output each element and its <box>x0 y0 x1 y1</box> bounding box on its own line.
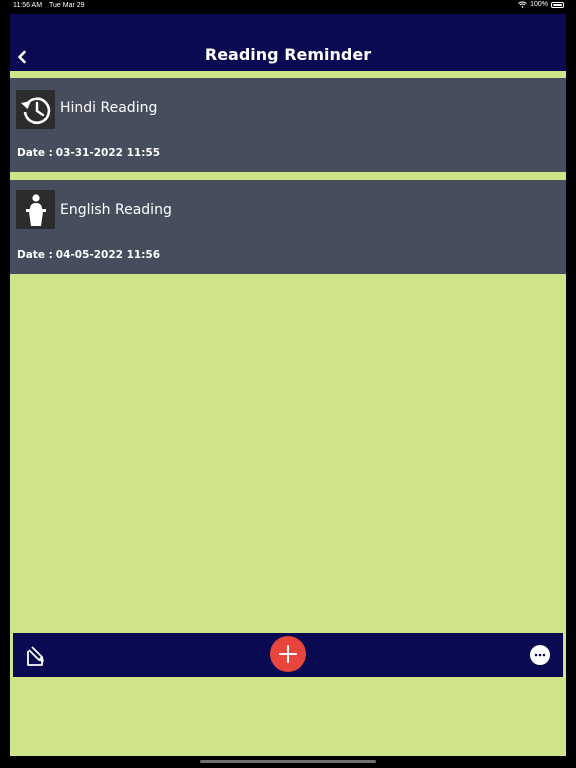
date-value: 03-31-2022 11:55 <box>55 147 161 159</box>
more-button[interactable] <box>530 645 550 665</box>
status-time: 11:56 AM <box>13 2 43 9</box>
reminder-title: Hindi Reading <box>60 100 158 116</box>
navbar: Reading Reminder <box>10 14 566 71</box>
status-right: 100% <box>518 1 564 8</box>
edit-button[interactable] <box>23 642 51 670</box>
date-label: Date : <box>17 147 53 159</box>
reminder-date: Date :04-05-2022 11:56 <box>17 249 160 261</box>
home-indicator[interactable] <box>200 760 376 763</box>
wifi-icon <box>518 1 527 8</box>
app-screen: Reading Reminder Hindi Reading Date :03-… <box>10 14 566 756</box>
battery-icon <box>551 1 564 8</box>
history-clock-icon <box>16 90 55 129</box>
status-bar: 11:56 AM Tue Mar 29 100% <box>0 0 576 12</box>
edit-note-icon <box>27 646 44 666</box>
battery-percent: 100% <box>530 1 548 8</box>
reminder-item-english[interactable]: English Reading Date :04-05-2022 11:56 <box>10 180 566 274</box>
plus-icon <box>279 645 297 663</box>
add-reminder-button[interactable] <box>270 636 306 672</box>
page-title: Reading Reminder <box>204 45 372 64</box>
reminder-item-hindi[interactable]: Hindi Reading Date :03-31-2022 11:55 <box>10 78 566 172</box>
date-value: 04-05-2022 11:56 <box>55 249 161 261</box>
more-icon <box>534 653 546 657</box>
date-label: Date : <box>17 249 53 261</box>
status-date: Tue Mar 29 <box>49 2 85 9</box>
reminder-title: English Reading <box>60 202 172 218</box>
podium-speaker-icon <box>16 190 55 229</box>
reminder-date: Date :03-31-2022 11:55 <box>17 147 160 159</box>
bottom-toolbar <box>13 633 563 677</box>
